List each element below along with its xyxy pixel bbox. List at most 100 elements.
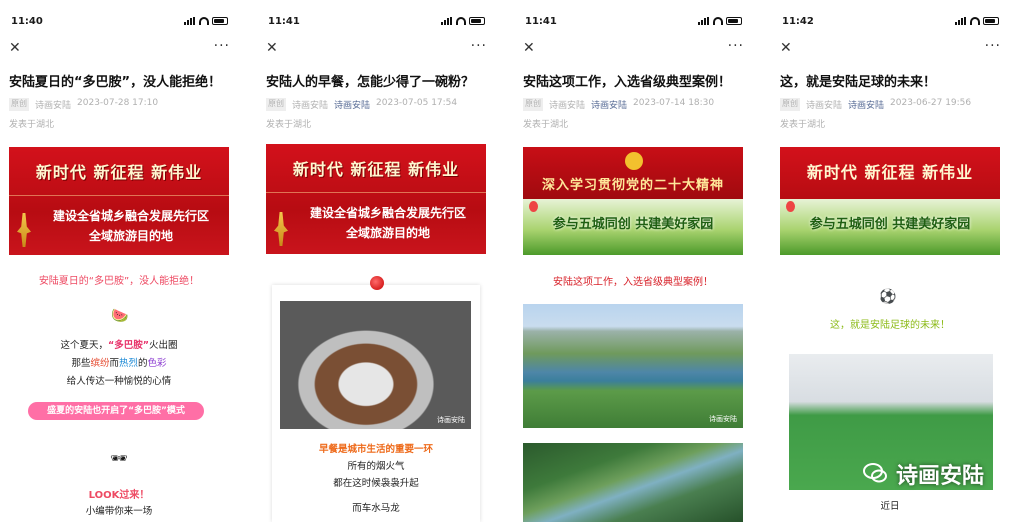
publish-date: 2023-06-27 19:56 xyxy=(890,98,972,108)
more-icon[interactable]: ··· xyxy=(214,38,230,54)
account-link[interactable]: 诗画安陆 xyxy=(591,98,627,111)
body-paragraph: 这个夏天，“多巴胺”火出圈 那些缤纷而热烈的色彩 给人传达一种愉悦的心情 xyxy=(0,337,238,391)
photo-caption: 早餐是城市生活的重要一环 所有的烟火气 都在这时候袅袅升起 而车水马龙 xyxy=(272,441,480,517)
status-bar: 11:41 xyxy=(257,15,495,31)
body-line-2-a: 那些 xyxy=(71,358,91,369)
signal-icon xyxy=(698,17,710,25)
torch-icon xyxy=(17,213,31,247)
section-title: 安陆这项工作，入选省级典型案例！ xyxy=(553,277,713,288)
wifi-icon xyxy=(970,17,980,25)
body-line-1: 这个夏天，“多巴胺”火出圈 xyxy=(0,337,238,355)
wifi-icon xyxy=(713,17,723,25)
header-banner: 深入学习贯彻党的二十大精神 参与五城同创 共建美好家园 xyxy=(523,147,743,255)
close-icon[interactable]: ✕ xyxy=(266,40,278,56)
soccer-ball-icon: ⚽ xyxy=(879,289,897,305)
publish-location: 发表于湖北 xyxy=(9,120,55,130)
banner-divider xyxy=(266,192,486,193)
lake-aerial-photo xyxy=(523,443,743,522)
banner-bottom: 参与五城同创 共建美好家园 xyxy=(780,199,1000,255)
caption-line-2: 都在这时候袅袅升起 xyxy=(333,478,419,489)
body-line-1-text: 这个夏天， xyxy=(60,340,108,351)
account-link[interactable]: 诗画安陆 xyxy=(334,98,370,111)
close-icon[interactable]: ✕ xyxy=(523,40,535,56)
original-badge: 原创 xyxy=(523,98,543,111)
wechat-icon xyxy=(863,463,887,483)
body-line-2-e: 的 xyxy=(138,358,148,369)
banner-bottom: 参与五城同创 共建美好家园 xyxy=(523,199,743,255)
article-title: 这，就是安陆足球的未来！ xyxy=(780,75,937,90)
banner-subtitle-1: 建设全省城乡融合发展先行区 xyxy=(52,209,209,223)
publish-date: 2023-07-05 17:54 xyxy=(376,98,458,108)
publish-date: 2023-07-14 18:30 xyxy=(633,98,715,108)
battery-icon xyxy=(212,17,228,25)
status-bar: 11:42 xyxy=(771,15,1009,31)
author-name: 诗画安陆 xyxy=(35,101,72,111)
battery-icon xyxy=(726,17,742,25)
article-panel-2: 11:41 ✕ ··· 安陆人的早餐，怎能少得了一碗粉？ 原创 诗画安陆 诗画安… xyxy=(257,0,495,522)
passionate-word: 热烈 xyxy=(119,358,139,369)
signal-icon xyxy=(441,17,453,25)
article-meta: 原创 诗画安陆 2023-07-28 17:10 xyxy=(9,98,158,111)
overlay-watermark: 诗画安陆 xyxy=(896,464,985,489)
article-panel-4: 11:42 ✕ ··· 这，就是安陆足球的未来！ 原创 诗画安陆 诗画安陆 20… xyxy=(771,0,1009,522)
more-icon[interactable]: ··· xyxy=(728,38,744,54)
status-icons xyxy=(698,17,742,25)
color-word: 色彩 xyxy=(147,358,167,369)
balloon-icon xyxy=(786,201,795,212)
caption-title: 早餐是城市生活的重要一环 xyxy=(318,444,433,455)
status-icons xyxy=(184,17,228,25)
watermelon-icon: 🍉 xyxy=(111,308,129,324)
torch-icon xyxy=(274,212,288,246)
account-link[interactable]: 诗画安陆 xyxy=(848,98,884,111)
original-badge: 原创 xyxy=(9,98,29,111)
article-title: 安陆夏日的“多巴胺”，没人能拒绝！ xyxy=(9,75,222,90)
section-title: 安陆夏日的“多巴胺”，没人能拒绝！ xyxy=(38,276,200,287)
banner-bottom-text: 参与五城同创 共建美好家园 xyxy=(552,217,714,232)
publish-location: 发表于湖北 xyxy=(523,120,569,130)
publish-location: 发表于湖北 xyxy=(780,120,826,130)
author-name: 诗画安陆 xyxy=(806,101,843,111)
highlight-dopamine: “多巴胺” xyxy=(108,340,149,351)
close-icon[interactable]: ✕ xyxy=(9,40,21,56)
body-line-1-end: 火出圈 xyxy=(149,340,178,351)
balloon-icon xyxy=(529,201,538,212)
author-name: 诗画安陆 xyxy=(292,101,329,111)
status-time: 11:41 xyxy=(525,16,557,27)
party-emblem-icon xyxy=(625,152,643,170)
more-icon[interactable]: ··· xyxy=(985,38,1001,54)
banner-subtitle-1: 建设全省城乡融合发展先行区 xyxy=(309,206,466,220)
sunglasses-icon: 🕶 xyxy=(110,451,128,467)
status-time: 11:42 xyxy=(782,16,814,27)
status-bar: 11:40 xyxy=(0,15,238,31)
signal-icon xyxy=(184,17,196,25)
status-bar: 11:41 xyxy=(514,15,752,31)
caption-line-1: 所有的烟火气 xyxy=(347,461,405,472)
status-icons xyxy=(955,17,999,25)
banner-top-text: 深入学习贯彻党的二十大精神 xyxy=(541,178,724,193)
close-icon[interactable]: ✕ xyxy=(780,40,792,56)
body-line-2-c: 而 xyxy=(109,358,119,369)
footer-line: 小编带你来一场 xyxy=(85,506,153,517)
status-time: 11:40 xyxy=(11,16,43,27)
look-heading: LOOK过来！ xyxy=(88,490,150,501)
banner-slogan: 新时代 新征程 新伟业 xyxy=(292,160,460,179)
footer-line: 近日 xyxy=(880,501,900,512)
caption-line-3: 而车水马龙 xyxy=(352,503,400,514)
header-banner: 新时代 新征程 新伟业 建设全省城乡融合发展先行区 全域旅游目的地 xyxy=(266,144,486,254)
body-line-2: 那些缤纷而热烈的色彩 xyxy=(0,355,238,373)
banner-top: 新时代 新征程 新伟业 xyxy=(780,147,1000,199)
article-title: 安陆人的早餐，怎能少得了一碗粉？ xyxy=(266,75,475,90)
author-name: 诗画安陆 xyxy=(549,101,586,111)
article-panel-3: 11:41 ✕ ··· 安陆这项工作，入选省级典型案例！ 原创 诗画安陆 诗画安… xyxy=(514,0,752,522)
breakfast-photo: 诗画安陆 xyxy=(280,301,471,429)
header-banner: 新时代 新征程 新伟业 参与五城同创 共建美好家园 xyxy=(780,147,1000,255)
publish-location: 发表于湖北 xyxy=(266,120,312,130)
wifi-icon xyxy=(199,17,209,25)
photo-watermark: 诗画安陆 xyxy=(437,416,465,424)
banner-subtitle-2: 全域旅游目的地 xyxy=(345,226,430,240)
section-title: 这，就是安陆足球的未来！ xyxy=(830,320,950,331)
more-icon[interactable]: ··· xyxy=(471,38,487,54)
banner-slogan: 新时代 新征程 新伟业 xyxy=(35,163,203,182)
pushpin-icon xyxy=(370,276,384,290)
body-line-3: 给人传达一种愉悦的心情 xyxy=(66,376,172,387)
